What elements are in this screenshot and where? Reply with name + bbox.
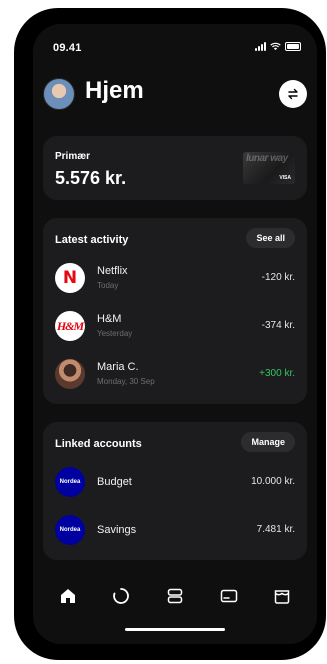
latest-activity-title: Latest activity [55, 234, 129, 246]
nordea-logo-icon: Nordea [55, 515, 85, 545]
activity-row[interactable]: N Netflix Today -120 kr. [55, 260, 295, 296]
linked-account-row[interactable]: Nordea Budget 10.000 kr. [55, 464, 295, 500]
nordea-logo-icon: Nordea [55, 467, 85, 497]
swap-arrows-icon [288, 88, 298, 100]
person-avatar-icon [55, 359, 85, 389]
tab-home[interactable] [55, 583, 81, 609]
activity-name: Maria C. [97, 361, 139, 373]
page-title: Hjem [85, 77, 144, 104]
linked-account-amount: 10.000 kr. [251, 476, 295, 487]
visa-logo: VISA [279, 175, 291, 181]
status-bar: 09.41 [33, 24, 317, 64]
bank-card-thumbnail[interactable]: lunar way VISA [243, 152, 295, 184]
app-screen: 09.41 Hjem Primær 5.576 kr. lunar way VI… [33, 24, 317, 644]
tab-bar [33, 576, 317, 616]
card-brand-text: lunar way [246, 153, 288, 164]
header: Hjem [43, 76, 307, 112]
status-time: 09.41 [53, 42, 82, 54]
activity-name: Netflix [97, 265, 128, 277]
activity-date: Yesterday [97, 329, 133, 338]
activity-amount: -120 kr. [261, 272, 295, 283]
tab-store[interactable] [269, 583, 295, 609]
tab-activity[interactable] [108, 583, 134, 609]
latest-activity-card: Latest activity See all N Netflix Today … [43, 218, 307, 404]
activity-amount: +300 kr. [259, 368, 295, 379]
primary-account-balance: 5.576 kr. [55, 168, 127, 188]
linked-account-amount: 7.481 kr. [256, 524, 295, 535]
linked-accounts-card: Linked accounts Manage Nordea Budget 10.… [43, 422, 307, 560]
see-all-button[interactable]: See all [246, 228, 295, 248]
signal-icon [255, 42, 266, 51]
swap-button[interactable] [279, 80, 307, 108]
manage-button[interactable]: Manage [241, 432, 295, 452]
hm-logo-icon: H&M [55, 311, 85, 341]
wifi-icon [270, 42, 281, 51]
primary-account-card[interactable]: Primær 5.576 kr. lunar way VISA [43, 136, 307, 200]
linked-account-row[interactable]: Nordea Savings 7.481 kr. [55, 512, 295, 548]
status-icons [255, 42, 301, 51]
linked-account-name: Savings [97, 524, 137, 536]
linked-accounts-title: Linked accounts [55, 438, 142, 450]
activity-date: Today [97, 281, 119, 290]
primary-account-label: Primær [55, 151, 91, 162]
home-indicator[interactable] [125, 628, 225, 631]
battery-icon [285, 42, 301, 51]
profile-avatar[interactable] [43, 78, 75, 110]
store-icon [274, 590, 290, 604]
card-icon [220, 589, 237, 603]
activity-row[interactable]: H&M H&M Yesterday -374 kr. [55, 308, 295, 344]
accounts-icon [167, 588, 183, 604]
activity-row[interactable]: Maria C. Monday, 30 Sep +300 kr. [55, 356, 295, 392]
linked-account-name: Budget [97, 476, 132, 488]
home-icon [60, 589, 75, 603]
tab-cards[interactable] [216, 583, 242, 609]
activity-date: Monday, 30 Sep [97, 377, 155, 386]
netflix-logo-icon: N [55, 263, 85, 293]
loading-icon [113, 588, 130, 604]
tab-accounts[interactable] [162, 583, 188, 609]
activity-name: H&M [97, 313, 122, 325]
activity-amount: -374 kr. [261, 320, 295, 331]
